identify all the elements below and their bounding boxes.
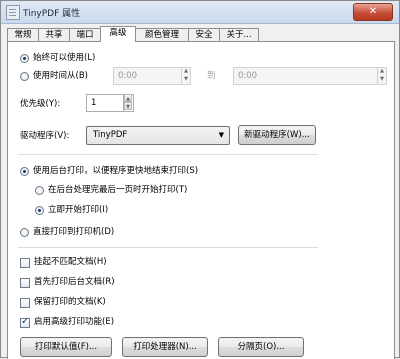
spool-radio[interactable] <box>20 167 29 176</box>
driver-selected: TinyPDF <box>93 130 128 140</box>
print-spooled-first-checkbox[interactable] <box>20 278 30 288</box>
spool-label: 使用后台打印，以便程序更快地结束打印(S) <box>33 166 199 176</box>
to-label: 到 <box>207 71 216 81</box>
priority-label: 优先级(Y): <box>20 99 61 109</box>
advanced-features-checkbox[interactable] <box>20 316 30 328</box>
print-spooled-first-label: 首先打印后台文档(R) <box>34 277 115 287</box>
available-from-label: 使用时间从(B) <box>33 71 88 81</box>
start-immediately-label: 立即开始打印(I) <box>48 205 109 215</box>
time-to-spinner[interactable]: ▲ ▼ <box>377 67 386 85</box>
start-after-last-page-radio[interactable] <box>35 186 44 195</box>
tab-general[interactable]: 常规 <box>7 28 39 41</box>
always-available-radio[interactable] <box>20 54 29 63</box>
hold-mismatched-checkbox[interactable] <box>20 258 30 268</box>
separator-page-button[interactable]: 分隔页(O)... <box>218 337 304 357</box>
available-from-radio[interactable] <box>20 72 29 81</box>
time-from-field[interactable]: 0:00 <box>113 67 191 85</box>
tab-ports[interactable]: 端口 <box>69 28 101 41</box>
tab-about[interactable]: 关于... <box>219 28 259 41</box>
divider <box>18 247 318 248</box>
keep-printed-label: 保留打印的文档(K) <box>34 297 106 307</box>
document-icon <box>6 5 20 20</box>
window-title: TinyPDF 属性 <box>23 9 81 19</box>
time-from-spinner[interactable]: ▲ ▼ <box>181 67 190 85</box>
printing-defaults-button[interactable]: 打印默认值(F)... <box>20 337 112 357</box>
advanced-features-label: 启用高级打印功能(E) <box>34 317 115 327</box>
title-bar: TinyPDF 属性 ✕ <box>1 1 399 24</box>
properties-window: TinyPDF 属性 ✕ 常规 共享 端口 高级 颜色管理 安全 关于... 始… <box>0 0 400 359</box>
close-button[interactable]: ✕ <box>353 3 393 21</box>
keep-printed-checkbox[interactable] <box>20 298 30 308</box>
new-driver-button[interactable]: 新驱动程序(W)... <box>238 125 316 145</box>
divider <box>18 154 318 155</box>
time-to-value: 0:00 <box>238 71 258 81</box>
print-direct-label: 直接打印到打印机(D) <box>33 227 115 237</box>
print-direct-radio[interactable] <box>20 228 29 237</box>
always-available-label: 始终可以使用(L) <box>33 53 96 63</box>
advanced-panel: 始终可以使用(L) 使用时间从(B) 0:00 ▲ ▼ 到 0:00 ▲ ▼ 优先级… <box>7 41 395 359</box>
chevron-down-icon: ▼ <box>218 131 224 139</box>
priority-spinner[interactable]: ▲ ▼ <box>123 94 132 112</box>
driver-label: 驱动程序(V): <box>20 131 70 141</box>
time-to-field[interactable]: 0:00 <box>233 67 387 85</box>
driver-select[interactable]: TinyPDF ▼ <box>86 126 230 145</box>
start-immediately-radio[interactable] <box>35 206 44 215</box>
print-processor-button[interactable]: 打印处理器(N)... <box>122 337 208 357</box>
tab-sharing[interactable]: 共享 <box>38 28 70 41</box>
tab-advanced[interactable]: 高级 <box>100 26 136 42</box>
tab-security[interactable]: 安全 <box>188 28 220 41</box>
tab-color-management[interactable]: 颜色管理 <box>135 28 189 41</box>
time-from-value: 0:00 <box>118 71 138 81</box>
hold-mismatched-label: 挂起不匹配文档(H) <box>34 257 107 267</box>
priority-value: 1 <box>91 98 97 108</box>
start-after-last-page-label: 在后台处理完最后一页时开始打印(T) <box>48 185 188 195</box>
